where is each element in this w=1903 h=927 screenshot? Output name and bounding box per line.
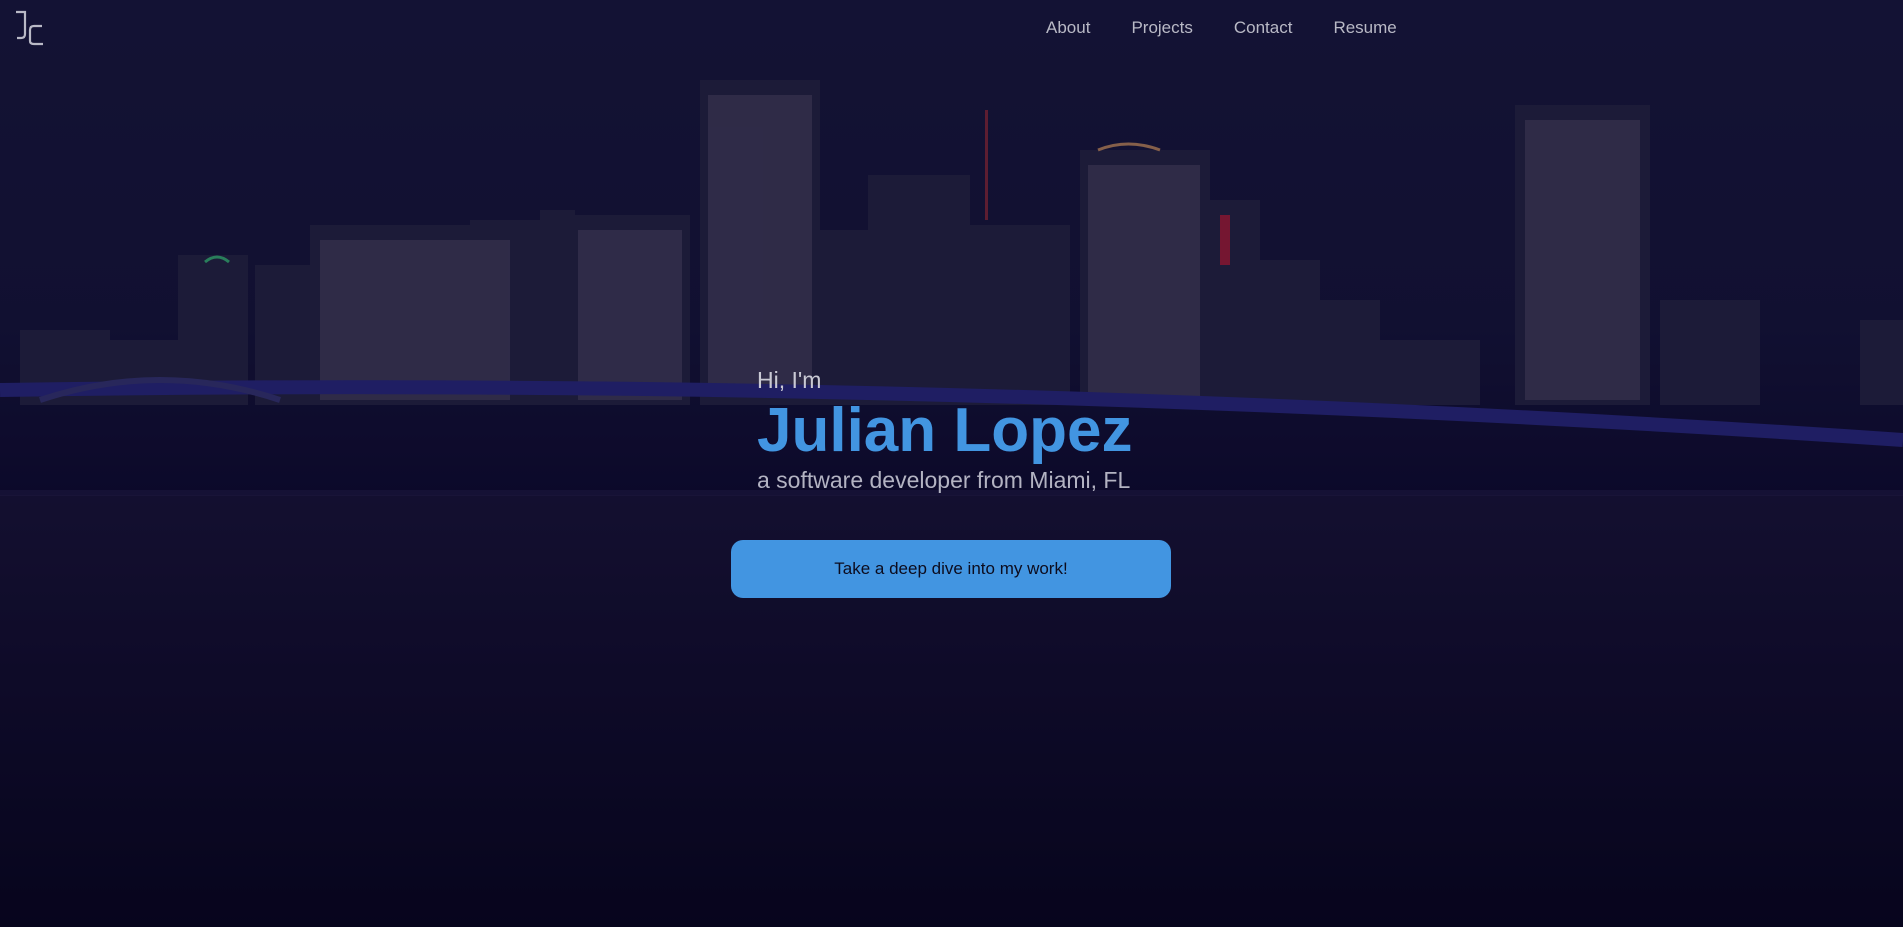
- hero-name: Julian Lopez: [757, 396, 1133, 465]
- hero-tagline: a software developer from Miami, FL: [757, 467, 1131, 493]
- nav-link-contact[interactable]: Contact: [1234, 18, 1293, 38]
- main-nav: About Projects Contact Resume: [1046, 18, 1438, 38]
- nav-link-about[interactable]: About: [1046, 18, 1090, 38]
- nav-link-projects[interactable]: Projects: [1131, 18, 1192, 38]
- hero-section: Hi, I'm Julian Lopez a software develope…: [757, 366, 1132, 494]
- jl-monogram-icon[interactable]: [12, 10, 46, 46]
- view-work-button[interactable]: Take a deep dive into my work!: [731, 540, 1171, 598]
- page: About Projects Contact Resume Hi, I'm Ju…: [0, 0, 1903, 927]
- hero-greeting: Hi, I'm: [757, 367, 822, 393]
- nav-link-resume[interactable]: Resume: [1333, 18, 1396, 38]
